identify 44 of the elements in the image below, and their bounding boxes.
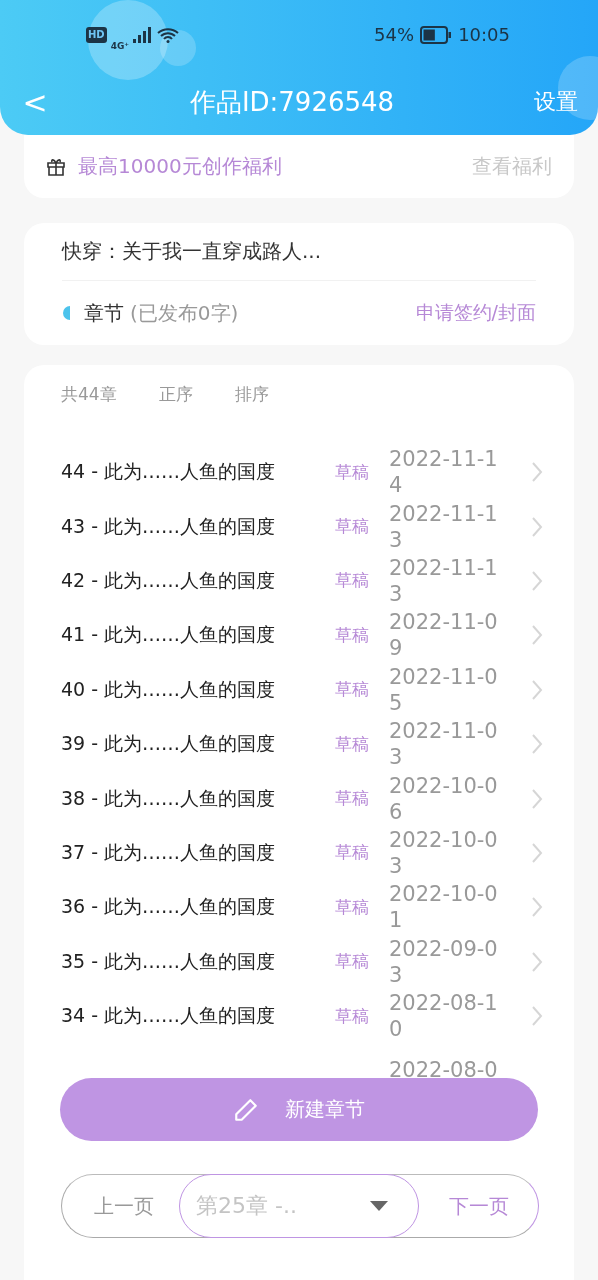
page-title: 作品ID:7926548 bbox=[189, 85, 395, 119]
chapter-date: 2022-11-13 bbox=[389, 554, 499, 607]
chapter-title: 36 - 此为……人鱼的国度 bbox=[61, 894, 277, 920]
draft-tag: 草稿 bbox=[335, 569, 389, 593]
draft-tag: 草稿 bbox=[335, 787, 389, 811]
section-label: 章节 bbox=[84, 299, 124, 327]
chapter-title: 42 - 此为……人鱼的国度 bbox=[61, 567, 277, 593]
chapter-title: 37 - 此为……人鱼的国度 bbox=[61, 839, 277, 865]
draft-tag: 草稿 bbox=[335, 1004, 389, 1028]
chapter-title: 38 - 此为……人鱼的国度 bbox=[61, 785, 277, 811]
chapter-date: 2022-10-01 bbox=[389, 881, 499, 934]
draft-tag: 草稿 bbox=[335, 732, 389, 756]
draft-tag: 草稿 bbox=[335, 895, 389, 919]
chapter-count: 共44章 bbox=[61, 382, 117, 406]
battery-percent: 54% bbox=[374, 24, 415, 46]
draft-tag: 草稿 bbox=[335, 460, 389, 484]
draft-tag: 草稿 bbox=[335, 515, 389, 539]
chapter-date: 2022-11-09 bbox=[389, 609, 499, 662]
clock-time: 10:05 bbox=[458, 24, 510, 46]
hd-badge: HD bbox=[86, 26, 107, 43]
chapter-date: 2022-10-03 bbox=[389, 826, 499, 879]
draft-tag: 草稿 bbox=[335, 623, 389, 647]
draft-tag: 草稿 bbox=[335, 678, 389, 702]
chapter-date: 2022-11-14 bbox=[389, 446, 499, 499]
chapter-title: 41 - 此为……人鱼的国度 bbox=[61, 622, 277, 648]
chapter-title: 40 - 此为……人鱼的国度 bbox=[61, 676, 277, 702]
chapter-date: 2022-11-05 bbox=[389, 663, 499, 716]
chapter-date: 2022-11-03 bbox=[389, 718, 499, 771]
chapter-date: 2022-11-13 bbox=[389, 500, 499, 553]
chapter-title: 35 - 此为……人鱼的国度 bbox=[61, 948, 277, 974]
draft-tag: 草稿 bbox=[335, 841, 389, 865]
chapter-date: 2022-08-0 bbox=[389, 1057, 499, 1078]
draft-tag: 草稿 bbox=[335, 950, 389, 974]
chapter-date: 2022-09-03 bbox=[389, 935, 499, 988]
chapter-title: 43 - 此为……人鱼的国度 bbox=[61, 513, 277, 539]
chapter-date: 2022-10-06 bbox=[389, 772, 499, 825]
chapter-date: 2022-08-10 bbox=[389, 990, 499, 1043]
chapter-title: 44 - 此为……人鱼的国度 bbox=[61, 459, 277, 485]
chapter-title: 39 - 此为……人鱼的国度 bbox=[61, 731, 277, 757]
work-title: 快穿：关于我一直穿成路人... bbox=[62, 223, 536, 281]
section-note: (已发布0字) bbox=[130, 299, 240, 327]
network-label: 4G⁺ bbox=[110, 40, 130, 51]
chapter-title: 34 - 此为……人鱼的国度 bbox=[61, 1003, 277, 1029]
benefit-text: 最高10000元创作福利 bbox=[78, 153, 283, 180]
